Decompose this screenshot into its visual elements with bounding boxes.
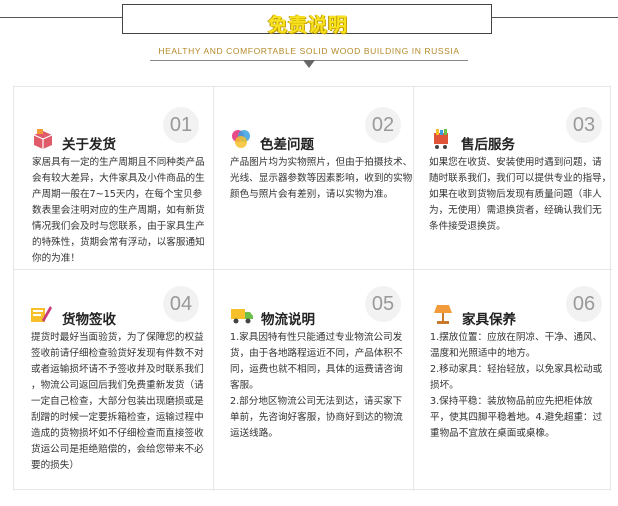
card-delivery-signoff: 04 货物签收 提货时最好当面验货，为了保障您的权益 签收前请仔细检查验货好发现… [14, 270, 213, 471]
color-palette-icon [232, 130, 250, 148]
card-line: 或者运输损坏请不予签收并及时联系我们 [31, 364, 204, 375]
card-body: 1.家具因特有性只能通过专业物流公司发 货，由于各地路程运近不同，产品体积不 同… [230, 330, 403, 442]
card-line: 随时联系我们，我们可以提供专业的指导， [429, 173, 612, 184]
card-line: 一定自己检查，大部分包装出现磨损或是 [31, 396, 204, 407]
card-number: 06 [566, 286, 602, 322]
info-grid: 01 关于发货 家居具有一定的生产周期且不同种类产品 会有较大差异，大件家具及小… [13, 86, 613, 491]
card-line: 提货时最好当面验货，为了保障您的权益 [31, 332, 204, 343]
card-number: 05 [365, 286, 401, 322]
card-line: 家居具有一定的生产周期且不同种类产品 [32, 157, 205, 168]
card-logistics: 05 物流说明 1.家具因特有性只能通过专业物流公司发 货，由于各地路程运近不同… [214, 270, 413, 470]
card-line: 1.摆放位置：应放在阴凉、干净、通风、 [430, 332, 603, 343]
sign-pen-icon [31, 306, 52, 322]
card-line: 2.部分地区物流公司无法到达，请买家下 [230, 396, 403, 407]
card-line: 如果您在收货、安装使用时遇到问题，请 [429, 157, 602, 168]
table-lamp-icon [434, 305, 452, 324]
card-line: 要的损失） [31, 460, 79, 471]
title-banner: 免责说明 [122, 4, 492, 36]
card-title: 售后服务 [461, 137, 515, 153]
card-body: 如果您在收货、安装使用时遇到问题，请 随时联系我们，我们可以提供专业的指导， 如… [429, 155, 611, 235]
card-line: 损坏。 [430, 380, 459, 391]
card-line: 光线、显示器参数等因素影响，收到的实物 [230, 173, 413, 184]
shipping-box-icon [33, 129, 53, 149]
card-line: 客服。 [230, 380, 259, 391]
card-line: 平，使其四脚平稳着地。4.避免超重：过 [430, 412, 603, 423]
card-line: 产品图片均为实物照片，但由于拍摄技术、 [230, 157, 413, 168]
card-line: 货，由于各地路程运近不同，产品体积不 [230, 348, 403, 359]
card-line: 颜色与照片会有差别，请以实物为准。 [230, 189, 394, 200]
card-number: 04 [163, 286, 199, 322]
card-line: 2.移动家具：轻抬轻放，以免家具松动或 [430, 364, 603, 375]
card-line: 数表里会注明对应的生产周期，如有新货 [32, 205, 205, 216]
service-cart-icon [434, 129, 448, 149]
card-body: 1.摆放位置：应放在阴凉、干净、通风、 温度和光照适中的地方。 2.移动家具：轻… [430, 330, 602, 442]
card-number: 01 [163, 107, 199, 143]
card-after-sales: 03 售后服务 如果您在收货、安装使用时遇到问题，请 随时联系我们，我们可以提供… [414, 87, 613, 287]
card-line: 1.家具因特有性只能通过专业物流公司发 [230, 332, 403, 343]
card-number: 03 [566, 107, 602, 143]
card-body: 产品图片均为实物照片，但由于拍摄技术、 光线、显示器参数等因素影响，收到的实物 … [230, 155, 412, 203]
card-line: 3.保持平稳：装放物品前应先把柜体放 [430, 396, 593, 407]
card-shipping: 01 关于发货 家居具有一定的生产周期且不同种类产品 会有较大差异，大件家具及小… [14, 87, 213, 287]
card-body: 提货时最好当面验货，为了保障您的权益 签收前请仔细检查验货好发现有件数不对 或者… [31, 330, 204, 474]
page-subtitle: HEALTHY AND COMFORTABLE SOLID WOOD BUILD… [158, 46, 460, 56]
card-line: 条件接受退换货。 [429, 221, 506, 232]
card-title: 色差问题 [260, 137, 314, 153]
card-title: 家具保养 [462, 312, 516, 328]
card-title: 货物签收 [62, 312, 116, 328]
card-line: 签收前请仔细检查验货好发现有件数不对 [31, 348, 204, 359]
card-line: 产周期一般在7~15天内，在每个宝贝参 [32, 189, 203, 200]
delivery-truck-icon [231, 309, 253, 324]
card-line: 同，运费也就不相同，具体的运费请咨询 [230, 364, 403, 375]
card-line: 刮蹭的时候一定要拆箱检查，运输过程中 [31, 412, 204, 423]
card-line: 货运公司是拒绝赔偿的，会给您带来不必 [31, 444, 204, 455]
card-line: 会有较大差异，大件家具及小件商品的生 [32, 173, 205, 184]
card-line: 重物品不宜放在桌面或桌橡。 [430, 428, 555, 439]
card-line: 造成的货物损坏如不仔细检查而直接签收 [31, 428, 204, 439]
page-title: 免责说明 [267, 14, 348, 36]
card-line: 情况我们会及时与您联系，由于家具生产 [32, 221, 205, 232]
card-line: 的特殊性，货期会常有浮动，以客服通知 [32, 237, 205, 248]
card-color-difference: 02 色差问题 产品图片均为实物照片，但由于拍摄技术、 光线、显示器参数等因素影… [214, 87, 413, 287]
card-line: 运送线路。 [230, 428, 278, 439]
card-line: 温度和光照适中的地方。 [430, 348, 536, 359]
card-line: 为，无使用）需退换货者，经确认我们无 [429, 205, 602, 216]
card-line: ，物流公司返回后我们免费重新发货（请 [31, 380, 204, 391]
divider-pointer-icon [303, 60, 315, 68]
card-furniture-care: 06 家具保养 1.摆放位置：应放在阴凉、干净、通风、 温度和光照适中的地方。 … [414, 270, 613, 470]
card-title: 物流说明 [261, 312, 315, 328]
card-number: 02 [365, 107, 401, 143]
card-title: 关于发货 [62, 137, 116, 153]
card-line: 你的为准！ [32, 253, 80, 264]
card-line: 如果在收到货物后发现有质量问题（非人 [429, 189, 602, 200]
card-body: 家居具有一定的生产周期且不同种类产品 会有较大差异，大件家具及小件商品的生 产周… [32, 155, 205, 267]
card-line: 单前，先咨询好客服，协商好到达的物流 [230, 412, 403, 423]
